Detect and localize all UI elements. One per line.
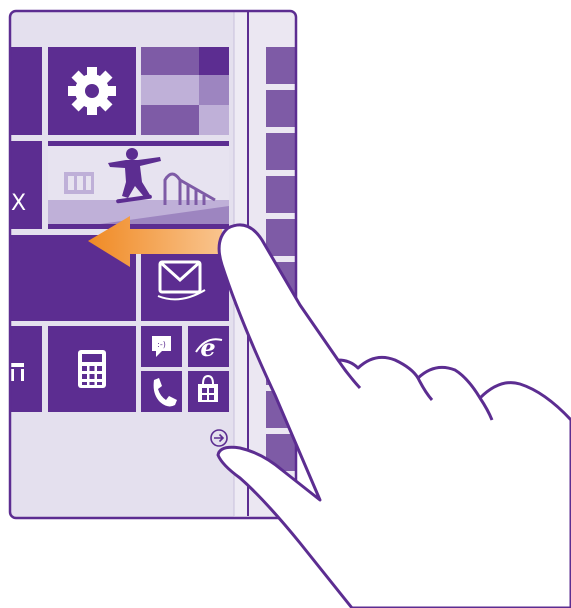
xbox-tile-label: X [11, 191, 26, 216]
app-list-tile[interactable] [266, 47, 295, 84]
tile-phone[interactable] [141, 371, 182, 412]
tile-photo-skateboarder[interactable] [48, 141, 229, 229]
message-icon-glyph: :-) [157, 340, 166, 349]
calculator-icon [78, 350, 106, 388]
app-list-tile[interactable] [266, 90, 295, 127]
tile-calculator[interactable] [48, 326, 136, 412]
app-list-tile[interactable] [266, 176, 295, 213]
tile-store[interactable] [188, 371, 229, 412]
tile-store-partial[interactable] [11, 326, 42, 412]
swipe-to-app-list-illustration: X:-) e [8, 9, 571, 608]
ie-icon-glyph: e [200, 333, 215, 362]
gear-icon [68, 67, 116, 115]
tile-settings[interactable] [48, 47, 136, 135]
app-list-tile[interactable] [266, 219, 295, 256]
tile-messaging[interactable]: :-) [141, 326, 182, 367]
tile-xbox-partial[interactable]: X [11, 141, 42, 229]
tile-internet-explorer[interactable]: e [188, 326, 229, 367]
tile-photos[interactable] [141, 47, 229, 135]
app-list-tile[interactable] [266, 133, 295, 170]
tile-left-top[interactable] [11, 47, 42, 135]
